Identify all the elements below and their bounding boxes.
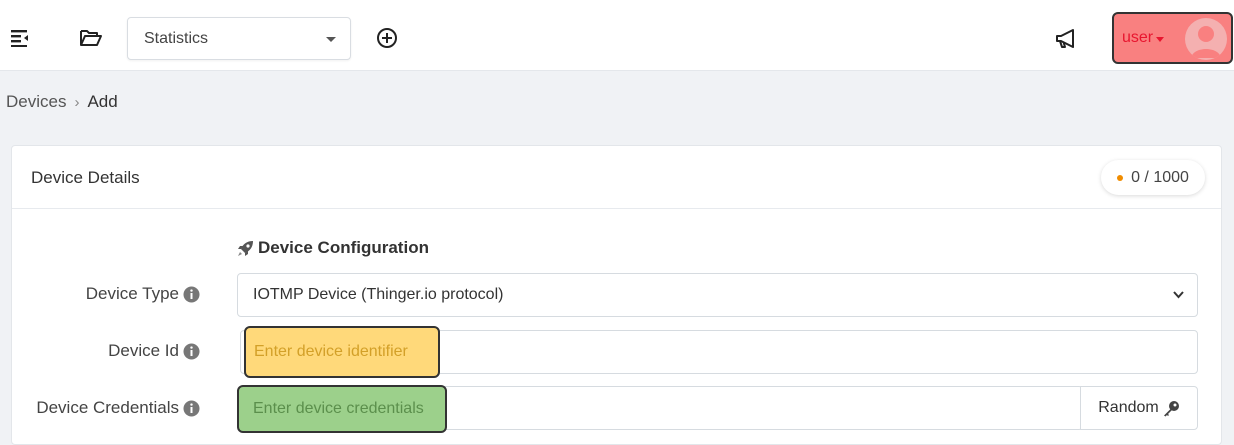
megaphone-icon[interactable] [1053, 26, 1079, 52]
device-quota-value: 0 / 1000 [1131, 168, 1189, 186]
device-credentials-label-text: Device Credentials [36, 398, 179, 417]
top-navbar: Statistics user [0, 0, 1234, 71]
info-icon [183, 343, 200, 360]
device-credentials-placeholder[interactable]: Enter device credentials [237, 385, 447, 433]
card-header: Device Details 0 / 1000 [12, 146, 1221, 209]
folder-open-icon[interactable] [79, 26, 103, 50]
user-menu-label: user [1122, 29, 1154, 46]
user-avatar-icon[interactable] [1185, 18, 1227, 60]
card-title: Device Details [31, 168, 140, 187]
info-icon [183, 400, 200, 417]
rocket-icon [237, 240, 254, 257]
device-id-placeholder[interactable]: Enter device identifier [244, 326, 440, 378]
device-type-select[interactable]: IOTMP Device (Thinger.io protocol) [237, 273, 1198, 317]
chevron-down-icon [326, 37, 336, 42]
device-type-value: IOTMP Device (Thinger.io protocol) [253, 286, 504, 303]
random-credentials-button[interactable]: Random [1080, 386, 1198, 430]
device-type-label-text: Device Type [85, 284, 179, 303]
info-icon [183, 286, 200, 303]
device-id-label-text: Device Id [108, 341, 179, 360]
device-credentials-label: Device Credentials [12, 398, 200, 418]
device-quota-badge: 0 / 1000 [1101, 160, 1205, 195]
breadcrumb-devices-link[interactable]: Devices [6, 92, 66, 112]
breadcrumb: Devices › Add [6, 92, 118, 112]
user-menu[interactable]: user [1112, 12, 1233, 64]
device-details-card: Device Details 0 / 1000 Device Configura… [11, 145, 1222, 445]
chevron-right-icon: › [74, 93, 80, 111]
section-title: Device Configuration [237, 238, 429, 258]
chevron-down-icon [1172, 288, 1185, 306]
project-select[interactable]: Statistics [127, 17, 351, 60]
random-button-label: Random [1098, 399, 1159, 416]
caret-down-icon [1156, 36, 1165, 42]
device-type-label: Device Type [12, 284, 200, 304]
section-title-text: Device Configuration [258, 238, 429, 257]
project-select-value: Statistics [144, 29, 209, 47]
device-id-label: Device Id [12, 341, 200, 361]
key-icon [1163, 400, 1180, 417]
menu-collapse-icon[interactable] [8, 26, 32, 50]
status-dot-icon [1117, 174, 1124, 181]
plus-circle-icon[interactable] [375, 26, 399, 50]
breadcrumb-current: Add [87, 92, 118, 111]
